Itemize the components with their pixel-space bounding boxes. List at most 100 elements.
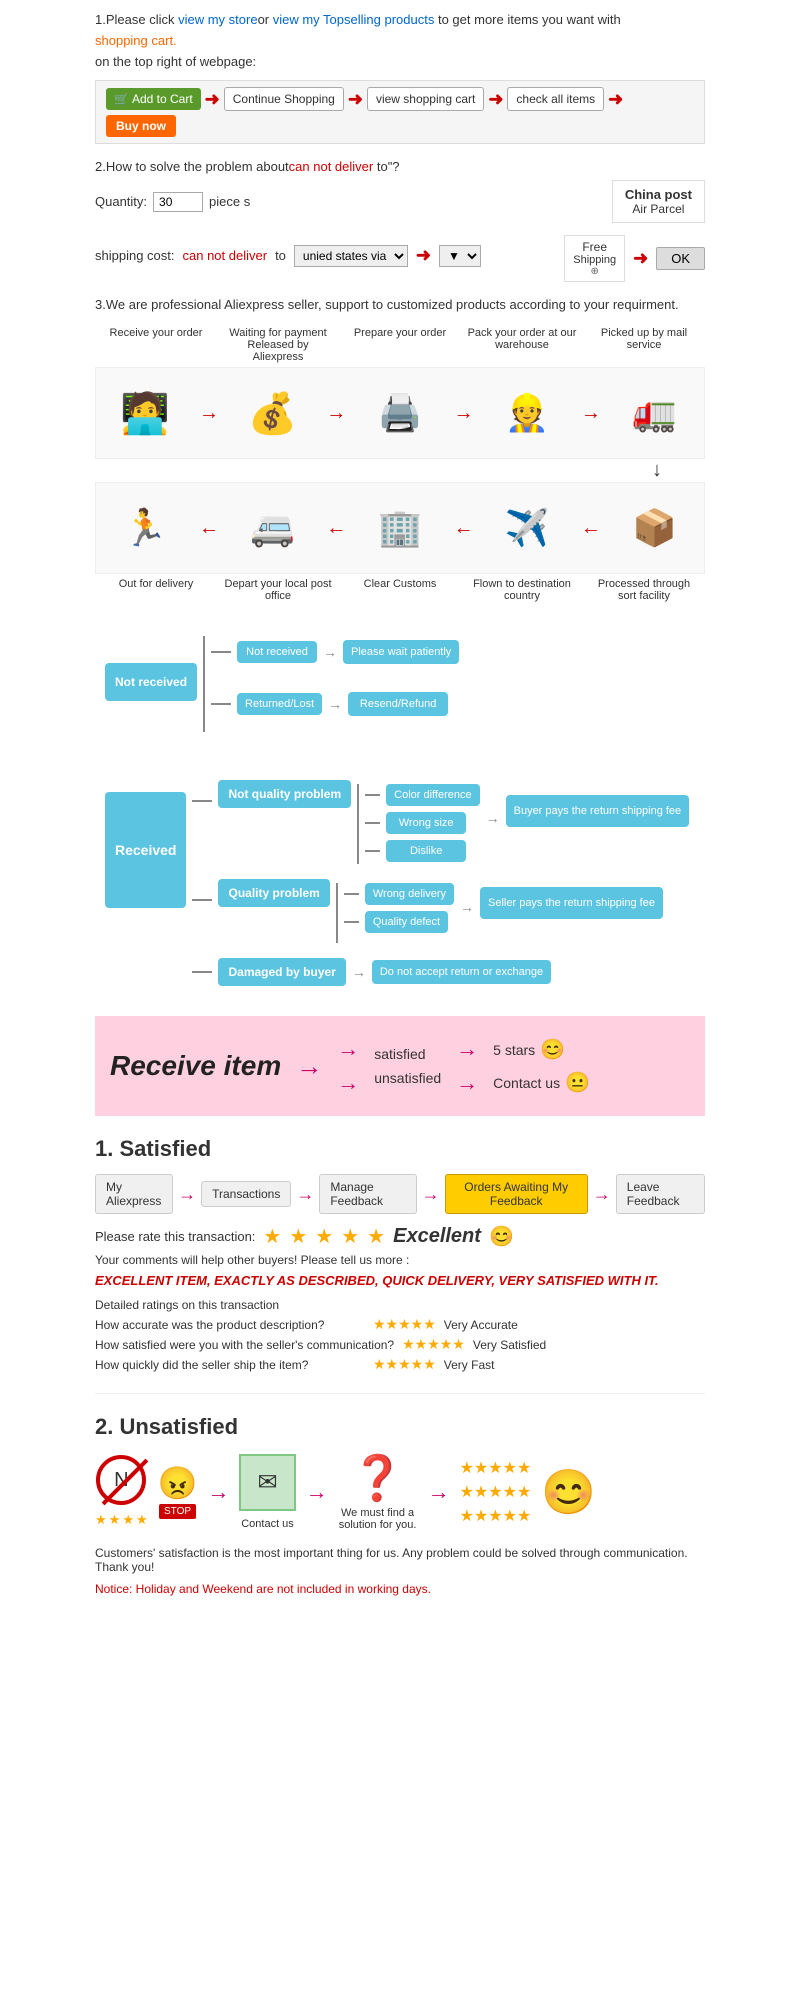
step-leave-feedback[interactable]: Leave Feedback [616, 1174, 705, 1214]
view-topselling-link[interactable]: view my Topselling products [273, 12, 435, 27]
section2-title: 2.How to solve the problem aboutcan not … [95, 159, 705, 174]
unsatisfied-title: 2. Unsatisfied [95, 1414, 705, 1440]
step-arrow-2: → [296, 1184, 314, 1205]
continue-shopping-btn[interactable]: Continue Shopping [224, 87, 344, 111]
china-post-box: China post Air Parcel [612, 180, 705, 223]
arrow1: ➜ [205, 89, 220, 110]
webpage-text: on the top right of webpage: [95, 52, 705, 73]
process-arrow-1: → [199, 402, 219, 425]
receive-title: Receive item [110, 1050, 281, 1082]
section2: 2.How to solve the problem aboutcan not … [95, 159, 705, 282]
add-to-cart-btn[interactable]: 🛒 Add to Cart [106, 88, 201, 110]
bottom-label-5: Processed through sort facility [589, 578, 699, 602]
detail-title: Detailed ratings on this transaction [95, 1298, 705, 1312]
process-icon-2: 💰 [228, 378, 318, 448]
happy-face-icon: 😊 [541, 1466, 596, 1518]
branch-arrow-1: → [323, 644, 337, 660]
contact-us-text: Contact us [493, 1075, 560, 1091]
arrow2: ➜ [348, 89, 363, 110]
pink-section: Receive item → → → satisfied unsatisfied… [95, 1016, 705, 1116]
china-post-sub: Air Parcel [625, 202, 692, 216]
shipping-icon: ⊕ [573, 266, 616, 277]
unsat-star-2: ★ [109, 1512, 121, 1528]
section3-text: 3.We are professional Aliexpress seller,… [95, 297, 705, 312]
holiday-notice: Notice: Holiday and Weekend are not incl… [95, 1582, 705, 1596]
unsat-arrow-3: → [428, 1479, 450, 1505]
process-arrow-8-left: ← [581, 517, 601, 540]
received-section: Received Not quality problem Color diffe… [95, 762, 705, 996]
detail-stars-3: ★★★★★ [373, 1356, 436, 1373]
arrow-outcome2: → [460, 899, 474, 915]
process-arrow-4: → [581, 402, 601, 425]
process-arrow-6-left: ← [326, 517, 346, 540]
quantity-input[interactable] [153, 192, 203, 212]
ok-button[interactable]: OK [656, 247, 705, 270]
damaged-branch: Damaged by buyer [218, 958, 345, 986]
sub-wrong-size: Wrong size [386, 812, 466, 834]
pink-arrows2-col: → → [456, 1036, 478, 1096]
neutral-emoji: 😐 [565, 1070, 590, 1095]
branch-arrow-2: → [328, 696, 342, 712]
process-icon-6: 🏃 [100, 493, 190, 563]
top-label-1: Receive your order [101, 327, 211, 363]
sub-color-diff: Color difference [386, 784, 479, 806]
detail-label-3: How quickly did the seller ship the item… [95, 1358, 365, 1372]
star-3: ★ [315, 1224, 333, 1249]
excellent-emoji: 😊 [489, 1224, 514, 1249]
arrow6: ➜ [633, 248, 648, 269]
smiley-angry: 😠 [158, 1464, 198, 1502]
sub-dislike: Dislike [386, 840, 466, 862]
view-cart-btn[interactable]: view shopping cart [367, 87, 484, 111]
cannot-deliver-text: can not deliver [183, 248, 268, 263]
find-solution-label: We must find a solution for you. [338, 1507, 418, 1531]
sub-wrong-delivery: Wrong delivery [365, 883, 454, 905]
arrow-outcome3: → [352, 964, 366, 980]
buy-now-btn[interactable]: Buy now [106, 115, 176, 137]
not-received-section: Not received Not received → Please wait … [95, 622, 705, 742]
not-received-main: Not received [105, 663, 197, 701]
pink-arrow-4: → [456, 1070, 478, 1096]
shipping-row: shipping cost: can not deliver to unied … [95, 229, 705, 282]
detail-value-1: Very Accurate [444, 1318, 518, 1332]
stars-result-box: ★★★★★ ★★★★★ ★★★★★ [460, 1458, 532, 1526]
quantity-unit: piece s [209, 194, 250, 209]
contact-us-label: Contact us [241, 1518, 294, 1530]
satisfied-section: 1. Satisfied My Aliexpress → Transaction… [95, 1136, 705, 1373]
pink-texts-col: satisfied unsatisfied [374, 1046, 441, 1086]
process-icon-3: 🖨️ [355, 378, 445, 448]
shipping-method-select[interactable]: ▼ [439, 245, 481, 267]
satisfied-text: satisfied [374, 1046, 441, 1062]
cart-steps-bar: 🛒 Add to Cart ➜ Continue Shopping ➜ view… [95, 80, 705, 144]
slash-line [102, 1459, 149, 1506]
detail-stars-1: ★★★★★ [373, 1316, 436, 1333]
step-my-aliexpress[interactable]: My Aliexpress [95, 1174, 173, 1214]
excellent-review: EXCELLENT ITEM, EXACTLY AS DESCRIBED, QU… [95, 1273, 705, 1288]
process-icon-4: 👷 [482, 378, 572, 448]
arrow5: ➜ [416, 245, 431, 266]
step-transactions[interactable]: Transactions [201, 1181, 291, 1207]
rate-row: Please rate this transaction: ★ ★ ★ ★ ★ … [95, 1224, 705, 1249]
step-arrow-1: → [178, 1184, 196, 1205]
unsat-star-4: ★ [136, 1512, 148, 1528]
check-items-btn[interactable]: check all items [507, 87, 604, 111]
unsat-arrow-2: → [306, 1479, 328, 1505]
detail-label-1: How accurate was the product description… [95, 1318, 365, 1332]
process-arrow-5-left: ← [199, 517, 219, 540]
happy-emoji: 😊 [540, 1037, 565, 1062]
detail-row-1: How accurate was the product description… [95, 1316, 705, 1333]
step-orders-awaiting[interactable]: Orders Awaiting My Feedback [445, 1174, 588, 1214]
pink-arrow-1: → [337, 1036, 359, 1062]
view-store-link[interactable]: view my store [178, 12, 257, 27]
step-manage-feedback[interactable]: Manage Feedback [319, 1174, 416, 1214]
shipping-select[interactable]: unied states via [294, 245, 408, 267]
section1-text: 1.Please click view my storeor view my T… [95, 10, 705, 31]
stars-row-2: ★★★★★ [460, 1482, 532, 1502]
step-arrow-3: → [422, 1184, 440, 1205]
question-box: ❓ We must find a solution for you. [338, 1452, 418, 1531]
process-icon-10: 📦 [610, 493, 700, 563]
pink-main-arrow: → [296, 1051, 322, 1082]
process-icon-5: 🚛 [610, 378, 700, 448]
stars-row-3: ★★★★★ [460, 1506, 532, 1526]
pink-results-col: 5 stars 😊 Contact us 😐 [493, 1037, 590, 1095]
email-box: ✉ Contact us [239, 1454, 295, 1530]
